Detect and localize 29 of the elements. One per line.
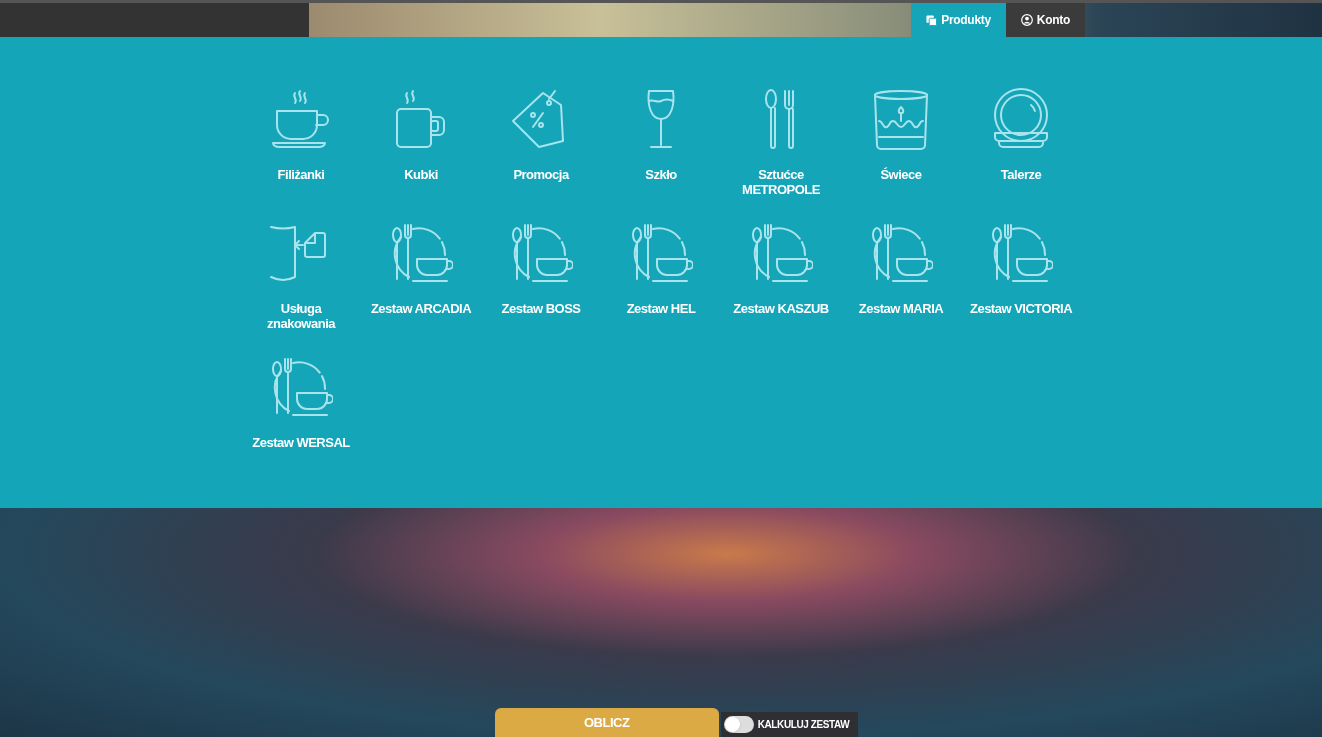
squares-icon <box>926 14 938 26</box>
category-link[interactable]: Filiżanki <box>241 87 361 197</box>
category-link[interactable]: Promocja <box>481 87 601 197</box>
toggle-label: KALKULUJ ZESTAW <box>757 718 851 732</box>
category-link[interactable]: Zestaw HEL <box>601 221 721 331</box>
category-link[interactable]: Sztućce METROPOLE <box>721 87 841 197</box>
toggle-switch[interactable] <box>723 716 754 733</box>
category-link[interactable]: Zestaw KASZUB <box>721 221 841 331</box>
nav-tab[interactable]: Produkty <box>911 3 1006 37</box>
tableware-set-icon <box>389 221 453 285</box>
tableware-set-icon <box>869 221 933 285</box>
category-link[interactable]: Usługa znakowania <box>241 221 361 331</box>
calculate-button[interactable]: OBLICZ <box>494 708 719 737</box>
category-link[interactable]: Zestaw MARIA <box>841 221 961 331</box>
tableware-set-icon <box>509 221 573 285</box>
tableware-set-icon <box>989 221 1053 285</box>
category-link[interactable]: Zestaw BOSS <box>481 221 601 331</box>
tableware-set-icon <box>269 355 333 419</box>
category-link[interactable]: Zestaw WERSAL <box>241 355 361 450</box>
user-icon <box>1020 14 1033 26</box>
category-link[interactable]: Kubki <box>361 87 481 197</box>
category-link[interactable]: Zestaw VICTORIA <box>961 221 1081 331</box>
category-link[interactable]: Zestaw ARCADIA <box>361 221 481 331</box>
category-link[interactable]: Talerze <box>961 87 1081 197</box>
category-link[interactable]: Szkło <box>601 87 721 197</box>
tableware-set-icon <box>629 221 693 285</box>
category-link[interactable]: Świece <box>841 87 961 197</box>
nav-tab[interactable]: Konto <box>1005 3 1085 37</box>
tableware-set-icon <box>749 221 813 285</box>
